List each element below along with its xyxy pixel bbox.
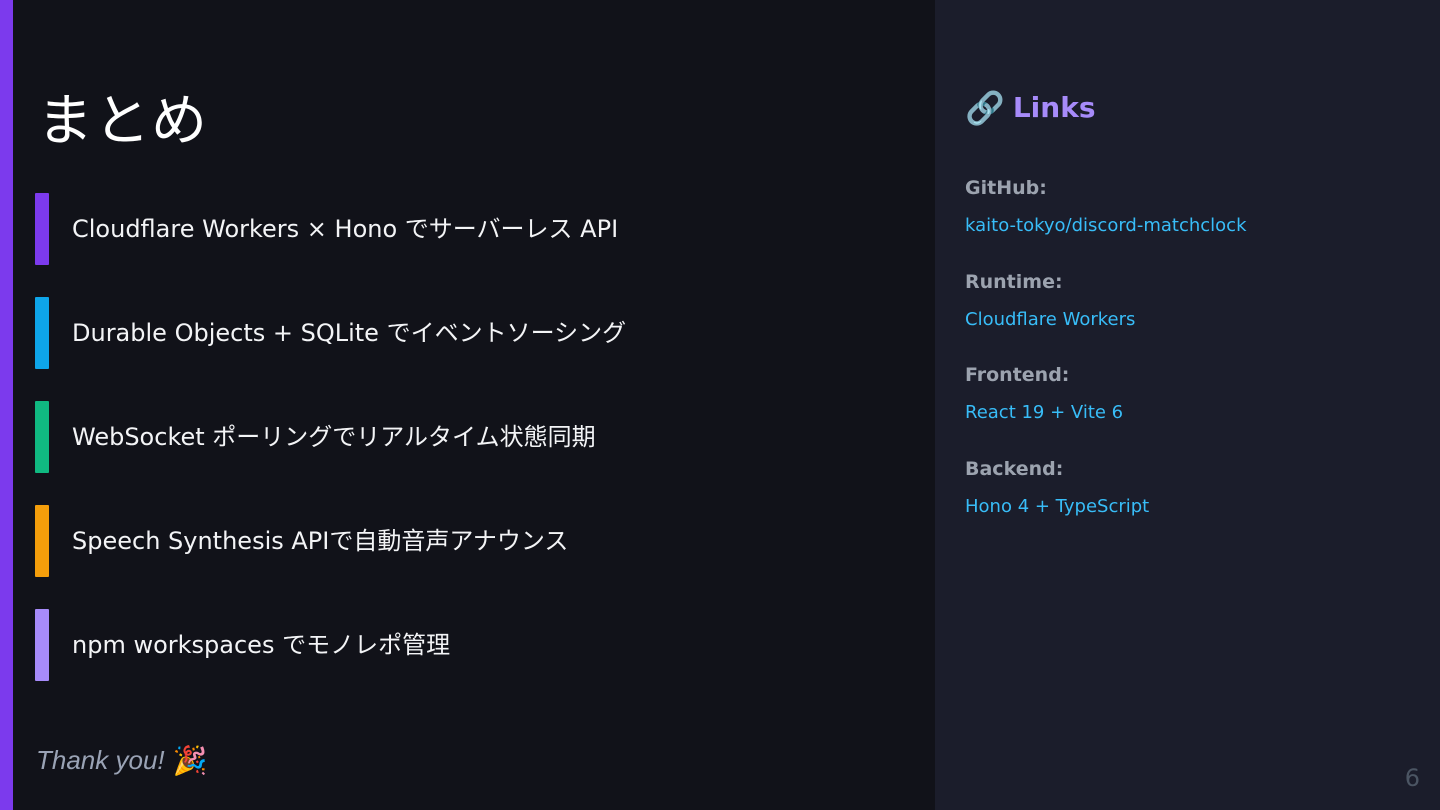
bullet-marker [35, 193, 49, 265]
github-link[interactable]: kaito-tokyo/discord-matchclock [965, 214, 1405, 238]
page-number: 6 [1404, 764, 1420, 792]
bullet-marker [35, 505, 49, 577]
links-heading: 🔗 Links [965, 88, 1096, 128]
thank-you: Thank you! 🎉 [36, 745, 208, 776]
slide-title: まとめ [37, 89, 208, 154]
links-sidebar: 🔗 Links GitHub: kaito-tokyo/discord-matc… [935, 0, 1440, 810]
frontend-link[interactable]: React 19 + Vite 6 [965, 401, 1405, 425]
bullet-item: Durable Objects + SQLite でイベントソーシング [35, 297, 915, 369]
info-runtime: Runtime: Cloudflare Workers [965, 270, 1405, 332]
info-label: Runtime: [965, 271, 1063, 293]
runtime-link[interactable]: Cloudflare Workers [965, 308, 1405, 332]
bullet-text: Durable Objects + SQLite でイベントソーシング [72, 319, 627, 347]
slide-main: まとめ Cloudflare Workers × Hono でサーバーレス AP… [13, 0, 935, 810]
bullet-marker [35, 401, 49, 473]
accent-stripe [0, 0, 13, 810]
info-backend: Backend: Hono 4 + TypeScript [965, 457, 1405, 519]
bullet-marker [35, 609, 49, 681]
info-label: GitHub: [965, 177, 1047, 199]
bullet-marker [35, 297, 49, 369]
info-frontend: Frontend: React 19 + Vite 6 [965, 363, 1405, 425]
bullet-list: Cloudflare Workers × Hono でサーバーレス API Du… [35, 193, 915, 713]
bullet-item: WebSocket ポーリングでリアルタイム状態同期 [35, 401, 915, 473]
info-label: Backend: [965, 458, 1064, 480]
links-title: Links [1012, 91, 1096, 124]
thank-you-text: Thank you! [36, 745, 165, 775]
bullet-item: Cloudflare Workers × Hono でサーバーレス API [35, 193, 915, 265]
party-popper-icon: 🎉 [172, 743, 208, 777]
bullet-item: Speech Synthesis APIで自動音声アナウンス [35, 505, 915, 577]
info-github: GitHub: kaito-tokyo/discord-matchclock [965, 176, 1405, 238]
backend-link[interactable]: Hono 4 + TypeScript [965, 495, 1405, 519]
link-icon: 🔗 [965, 89, 1005, 127]
info-label: Frontend: [965, 364, 1070, 386]
bullet-item: npm workspaces でモノレポ管理 [35, 609, 915, 681]
bullet-text: Cloudflare Workers × Hono でサーバーレス API [72, 215, 619, 243]
bullet-text: Speech Synthesis APIで自動音声アナウンス [72, 527, 569, 555]
bullet-text: WebSocket ポーリングでリアルタイム状態同期 [72, 423, 596, 451]
bullet-text: npm workspaces でモノレポ管理 [72, 631, 451, 659]
